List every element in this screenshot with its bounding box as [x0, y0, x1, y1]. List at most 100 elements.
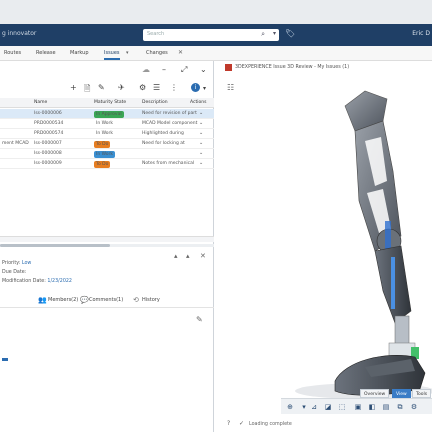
status-badge: To Do [94, 161, 111, 168]
render-icon[interactable]: ▤ [381, 402, 391, 412]
details-tabs: 👥 Members(2) 💬 Comments(1) ⟲ History [0, 294, 214, 308]
col-name[interactable]: Name [34, 100, 47, 105]
grid-footer [0, 236, 214, 242]
col-actions[interactable]: Actions [190, 100, 206, 105]
link-marker [2, 358, 8, 361]
row-name: Iss-0000008 [34, 151, 62, 156]
edit-icon[interactable]: ✎ [196, 315, 203, 324]
chevron-down-icon[interactable]: ▾ [299, 402, 309, 412]
fit-icon[interactable]: ▣ [353, 402, 363, 412]
minus-icon[interactable]: – [162, 65, 166, 74]
edit-icon[interactable]: ✎ [98, 83, 105, 92]
chevron-up-icon[interactable]: ▴ [174, 252, 178, 260]
panel-toolbar: ☁ – ⤢ ⌄ [0, 61, 214, 79]
browser-strip [0, 0, 432, 24]
chevron-down-icon[interactable]: ▾ [273, 30, 276, 37]
tag-icon[interactable]: 🏷 [285, 29, 295, 38]
app-title: g innovator [2, 30, 37, 37]
tab-comments[interactable]: Comments(1) [89, 297, 123, 303]
tab-changes[interactable]: Changes [146, 50, 168, 56]
tab-routes[interactable]: Routes [4, 50, 21, 56]
overview-button[interactable]: Overview [360, 389, 390, 398]
priority-label: Priority: [2, 261, 21, 266]
row-description: Need for locking at [142, 141, 185, 146]
close-icon[interactable]: ✕ [200, 252, 206, 260]
settings-icon[interactable]: ⚙ [409, 402, 419, 412]
issue-details: ▴ ▴ ✕ Priority: Low Due Date: Modificati… [0, 252, 214, 432]
tools-button[interactable]: Tools [412, 389, 432, 398]
modification-date-label: Modification Date: [2, 279, 46, 284]
row-name: Iss-0000009 [34, 161, 62, 166]
view-button[interactable]: View [392, 389, 411, 398]
status-badge: In Work [94, 151, 116, 158]
history-icon: ⟲ [133, 296, 139, 304]
cube-icon[interactable]: ⬚ [337, 402, 347, 412]
chevron-down-icon[interactable]: ⌄ [199, 110, 203, 116]
tab-markup[interactable]: Markup [70, 50, 89, 56]
row-description: Need for revision of part [142, 111, 197, 116]
chevron-up-icon[interactable]: ▴ [186, 252, 190, 260]
chevron-down-icon[interactable]: ⌄ [199, 120, 203, 126]
due-date-field: Due Date: [2, 270, 26, 275]
comment-icon: 💬 [80, 296, 89, 304]
check-icon: ✓ [239, 420, 245, 427]
explode-icon[interactable]: ⧉ [395, 402, 405, 412]
tab-members[interactable]: Members(2) [48, 297, 78, 303]
document-icon[interactable]: 🗎 [84, 83, 90, 97]
add-icon[interactable]: + [70, 83, 77, 92]
tab-release[interactable]: Release [36, 50, 56, 56]
measure-icon[interactable]: ⊿ [309, 402, 319, 412]
status-bar: ? ✓ Loading complete [215, 417, 432, 432]
tab-history[interactable]: History [142, 297, 160, 303]
row-state: In Work [96, 121, 114, 126]
modification-date-value: 1/23/2022 [47, 279, 72, 284]
table-row[interactable]: ment MCAD Iss-0000007 To Do Need for loc… [0, 139, 214, 149]
view-cube-icon[interactable]: ◧ [367, 402, 377, 412]
tab-bar: Routes Release Markup Issues ▾ Changes ✕ [0, 46, 432, 61]
user-name[interactable]: Eric D [412, 30, 430, 37]
table-row[interactable]: PRD0000534 In Work MCAD Model component … [0, 119, 214, 129]
scrollbar-thumb[interactable] [0, 244, 110, 247]
table-row[interactable]: Iss-0000008 In Work ⌄ [0, 149, 214, 159]
chevron-down-icon[interactable]: ⌄ [199, 130, 203, 136]
table-row[interactable]: Iss-0000006 In Approval Need for revisio… [0, 109, 214, 119]
viewer-panel: 3DEXPERIENCE Issue 3D Review - My Issues… [215, 61, 432, 432]
gear-icon[interactable]: ⚙ [139, 83, 146, 92]
close-icon[interactable]: ✕ [178, 49, 183, 56]
expand-icon[interactable]: ⤢ [181, 65, 187, 75]
row-state: In Work [96, 131, 114, 136]
priority-value: Low [21, 261, 32, 266]
col-maturity-state[interactable]: Maturity State [94, 100, 126, 105]
chevron-down-icon[interactable]: ⌄ [199, 160, 203, 166]
people-icon: 👥 [38, 296, 47, 304]
row-name: PRD0000574 [34, 131, 64, 136]
col-description[interactable]: Description [142, 100, 168, 105]
table-row[interactable]: Iss-0000009 To Do Notes from mechanical … [0, 159, 214, 169]
section-icon[interactable]: ◪ [323, 402, 333, 412]
compass-icon[interactable]: ⊕ [285, 402, 295, 412]
info-icon[interactable]: i [191, 83, 200, 92]
chevron-down-icon[interactable]: ▾ [203, 85, 206, 92]
list-icon[interactable]: ☰ [153, 83, 160, 92]
pin-icon[interactable]: ✈ [118, 83, 125, 92]
status-text: Loading complete [249, 422, 292, 427]
more-icon[interactable]: ⋮ [170, 83, 178, 92]
grid-toolbar: + 🗎 ✎ ✈ ⚙ ☰ ⋮ i ▾ [0, 80, 214, 96]
viewer-toolbar: ⊕ ▾ ⊿ ◪ ⬚ ▣ ◧ ▤ ⧉ ⚙ [281, 398, 432, 414]
row-description: MCAD Model component [142, 121, 198, 126]
chevron-down-icon[interactable]: ⌄ [199, 150, 203, 156]
status-badge: To Do [94, 141, 111, 148]
due-date-label: Due Date: [2, 270, 27, 275]
priority-field: Priority: Low [2, 261, 31, 266]
search-icon[interactable]: ⌕ [261, 30, 265, 39]
cloud-icon[interactable]: ☁ [142, 65, 150, 74]
tab-issues[interactable]: Issues [104, 50, 120, 60]
horizontal-scrollbar[interactable] [0, 243, 214, 248]
chevron-down-icon[interactable]: ▾ [126, 50, 129, 56]
help-icon[interactable]: ? [227, 420, 230, 427]
search-input[interactable]: Search ⌕ ▾ [143, 29, 279, 41]
table-row[interactable]: PRD0000574 In Work Highlighted during ⌄ [0, 129, 214, 139]
chevron-down-icon[interactable]: ⌄ [200, 65, 207, 74]
prosthetic-leg-model[interactable] [215, 61, 432, 432]
chevron-down-icon[interactable]: ⌄ [199, 140, 203, 146]
